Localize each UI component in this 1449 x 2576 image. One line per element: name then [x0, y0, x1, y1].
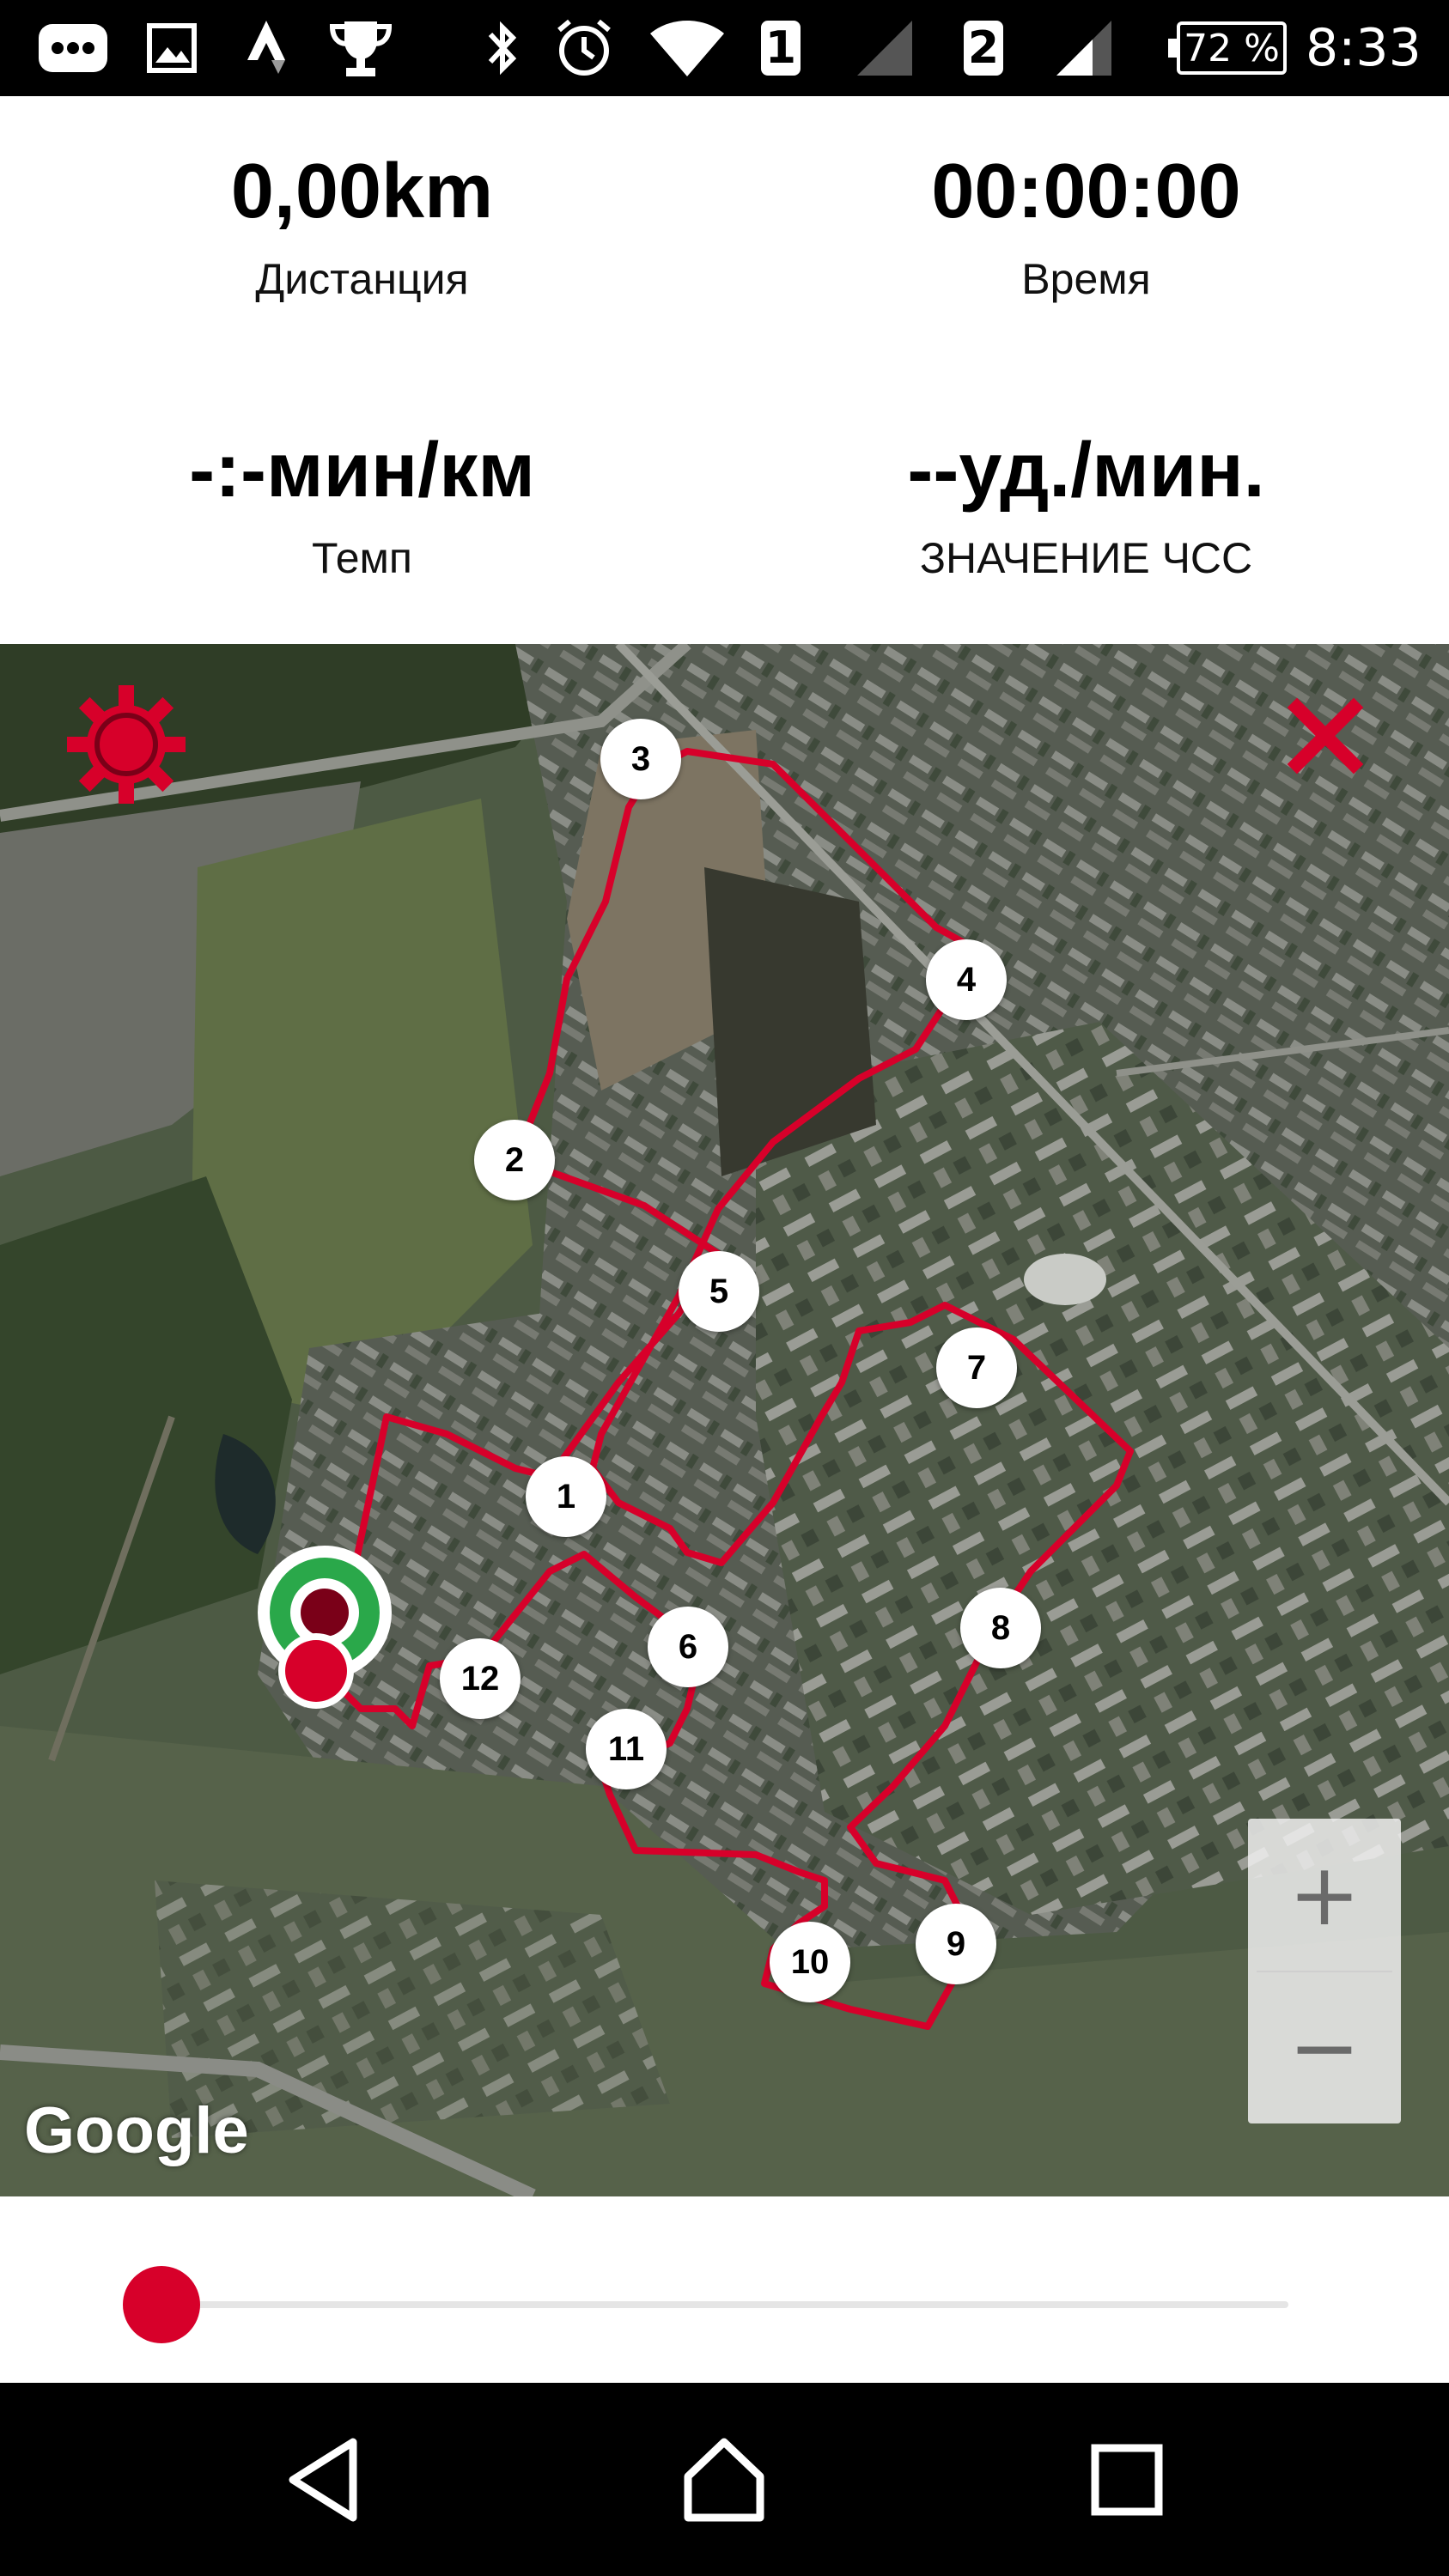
route-map[interactable]: 1 2 3 4 5 6 7 8 9 10 11 12 Google + − [0, 644, 1449, 2196]
back-icon[interactable] [237, 2383, 409, 2576]
time-label: Время [1021, 255, 1151, 303]
sim2-indicator: 2 [964, 0, 1003, 96]
sim2-label: 2 [964, 21, 1003, 76]
waypoint-marker[interactable]: 3 [600, 719, 681, 799]
heart-rate-stat: --уд./мин. ЗНАЧЕНИЕ ЧСС [724, 432, 1448, 583]
pace-stat: -:-мин/км Темп [0, 432, 724, 583]
waypoint-marker[interactable]: 10 [770, 1922, 850, 2002]
waypoint-marker[interactable]: 12 [440, 1638, 521, 1719]
zoom-in-button[interactable]: + [1248, 1819, 1401, 1971]
signal-icon [1050, 0, 1118, 96]
time-stat: 00:00:00 Время [724, 153, 1448, 304]
waypoint-marker[interactable]: 9 [916, 1904, 996, 1984]
playback-slider-track[interactable] [160, 2301, 1288, 2308]
battery-icon: 72 % [1168, 21, 1287, 75]
close-icon[interactable] [1287, 697, 1364, 775]
home-icon[interactable] [638, 2383, 810, 2576]
bluetooth-icon [477, 0, 528, 96]
heart-rate-value: --уд./мин. [907, 428, 1265, 513]
strava-icon [236, 0, 296, 96]
sim1-label: 1 [761, 21, 801, 76]
time-value: 00:00:00 [931, 149, 1241, 234]
waypoint-marker[interactable]: 7 [936, 1327, 1017, 1408]
waypoint-marker[interactable]: 5 [679, 1251, 759, 1332]
satellite-imagery [0, 644, 1449, 2196]
distance-label: Дистанция [255, 255, 469, 303]
waypoint-marker[interactable]: 1 [526, 1456, 606, 1537]
more-notifications-icon [34, 0, 112, 96]
start-location-marker[interactable] [254, 1546, 400, 1709]
google-attribution: Google [24, 2094, 249, 2167]
zoom-controls: + − [1248, 1819, 1401, 2123]
waypoint-marker[interactable]: 6 [648, 1607, 728, 1687]
playback-slider-thumb[interactable] [123, 2266, 200, 2343]
battery-indicator: 72 % [1168, 0, 1287, 96]
clock: 8:33 [1306, 18, 1422, 78]
recents-icon[interactable] [1041, 2383, 1213, 2576]
waypoint-marker[interactable]: 8 [960, 1588, 1041, 1668]
trophy-icon [326, 0, 395, 96]
alarm-icon [550, 0, 618, 96]
image-icon [142, 0, 202, 96]
sim1-indicator: 1 [761, 0, 801, 96]
distance-value: 0,00km [230, 149, 494, 234]
waypoint-marker[interactable]: 4 [926, 939, 1007, 1020]
waypoint-marker[interactable]: 2 [474, 1120, 555, 1200]
wifi-icon [648, 0, 726, 96]
pace-label: Темп [312, 534, 412, 582]
signal-icon [850, 0, 919, 96]
zoom-out-button[interactable]: − [1248, 1971, 1401, 2123]
heart-rate-label: ЗНАЧЕНИЕ ЧСС [919, 534, 1253, 582]
distance-stat: 0,00km Дистанция [0, 153, 724, 304]
waypoint-marker[interactable]: 11 [586, 1709, 667, 1789]
status-bar: 1 2 72 % 8:33 [0, 0, 1449, 96]
settings-gear-icon[interactable] [62, 680, 191, 809]
battery-percent: 72 % [1184, 26, 1280, 70]
pace-value: -:-мин/км [189, 428, 535, 513]
navigation-bar [0, 2383, 1449, 2576]
